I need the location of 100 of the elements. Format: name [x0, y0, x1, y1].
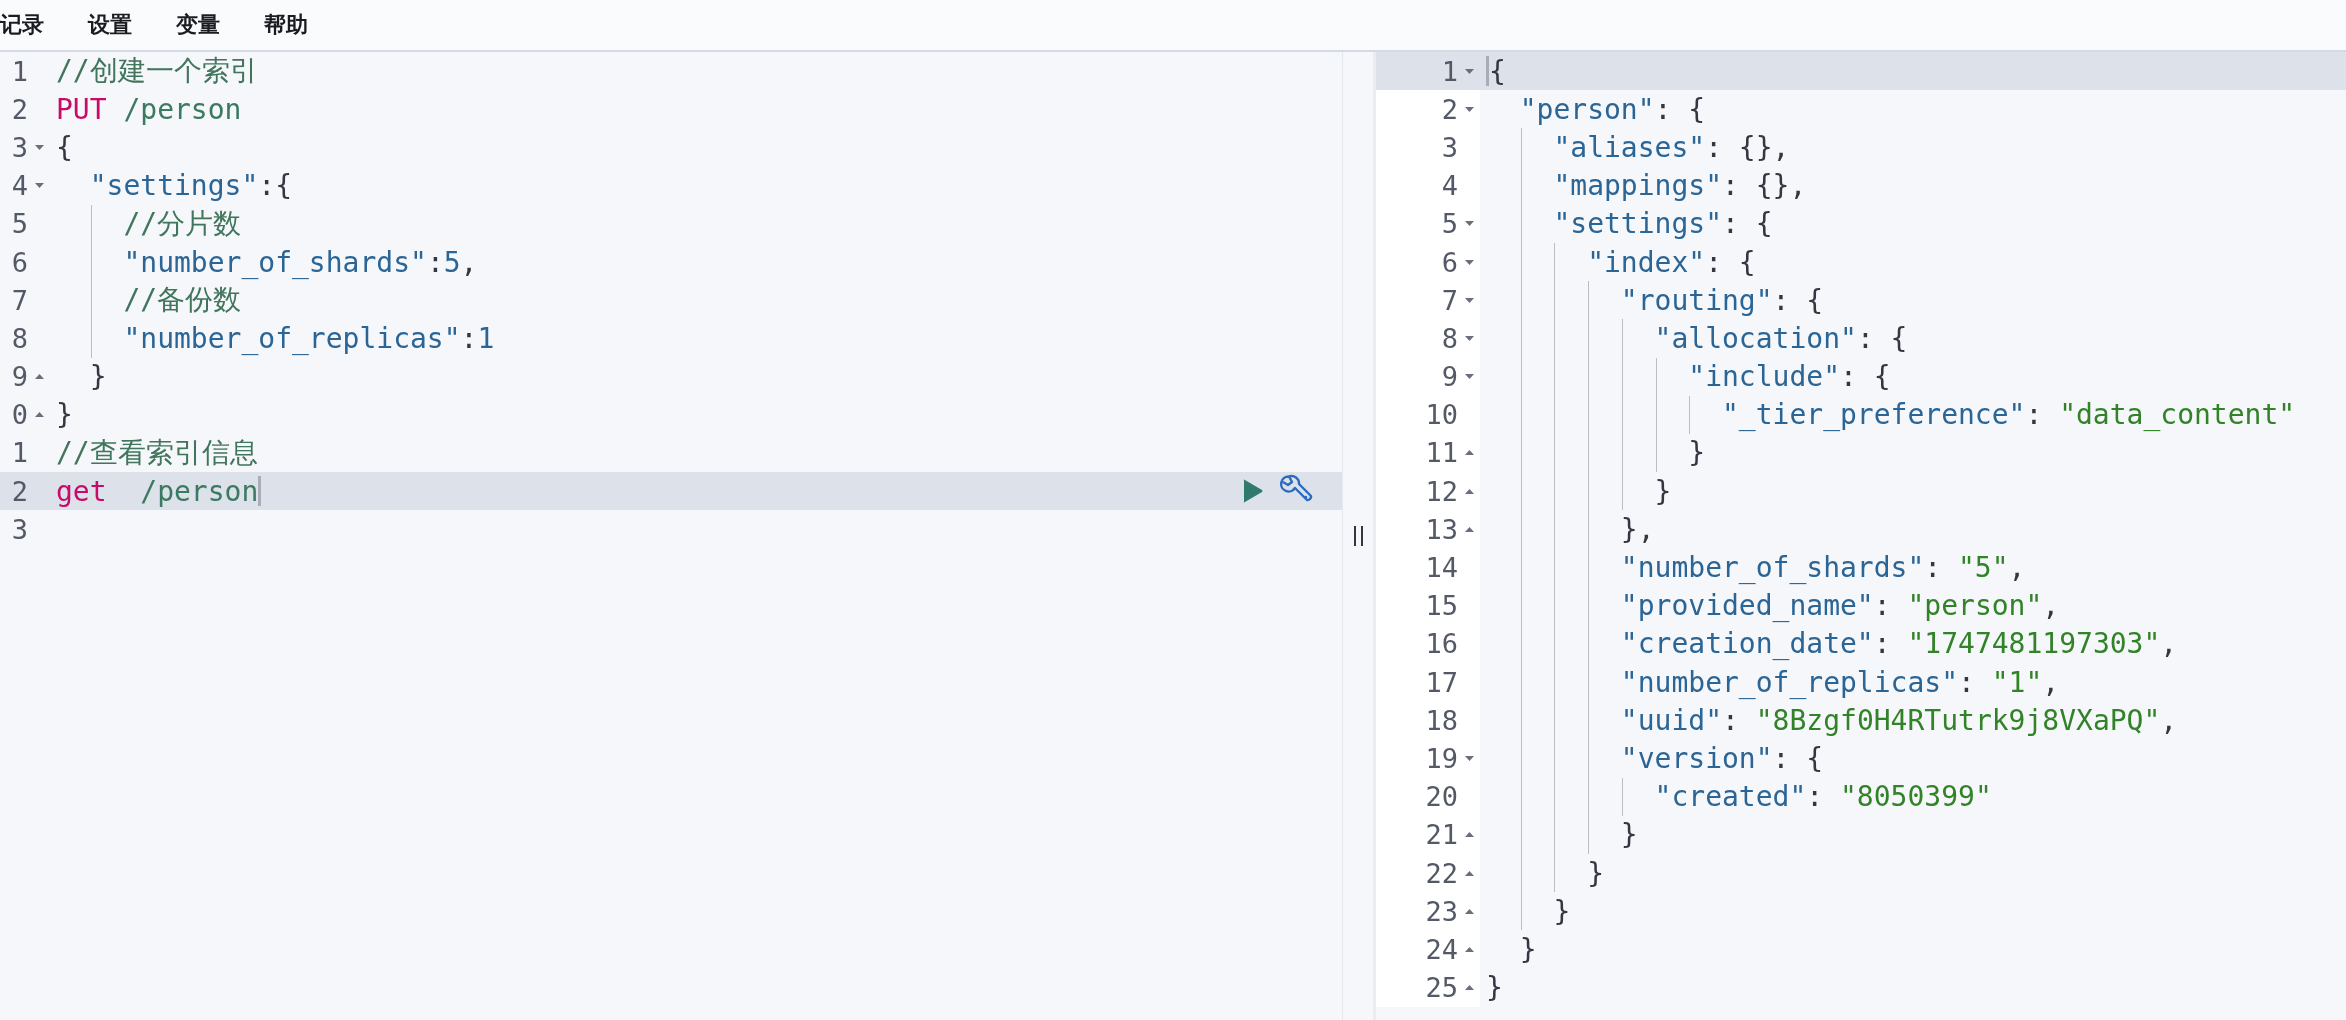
fold-arrow-icon[interactable] — [1463, 487, 1475, 495]
code-line: } — [1518, 932, 1537, 966]
menu-item[interactable]: 帮助 — [264, 10, 308, 40]
line-number: 24 — [1425, 933, 1458, 965]
fold-arrow-icon[interactable] — [1463, 258, 1475, 266]
code-line: //分片数 — [122, 205, 242, 242]
code-line: "_tier_preference": "data_content" — [1721, 398, 2296, 432]
code-line: "routing": { — [1619, 283, 1824, 317]
code-line: //查看索引信息 — [56, 434, 258, 471]
line-number: 6 — [11, 246, 28, 278]
line-number: 3 — [11, 513, 28, 545]
code-line: "aliases": {}, — [1552, 130, 1790, 164]
line-number: 5 — [1441, 208, 1458, 240]
fold-arrow-icon[interactable] — [1463, 334, 1475, 342]
code-line: //备份数 — [122, 282, 242, 319]
code-line: "provided_name": "person", — [1619, 589, 2060, 623]
menu-item[interactable]: 变量 — [176, 10, 220, 40]
line-number: 17 — [1425, 666, 1458, 698]
code-line: { — [56, 130, 73, 164]
line-number: 2 — [11, 93, 28, 125]
fold-arrow-icon[interactable] — [1463, 296, 1475, 304]
code-line: } — [56, 398, 73, 432]
line-number: 7 — [11, 284, 28, 316]
fold-arrow-icon[interactable] — [1463, 869, 1475, 877]
line-number: 19 — [1425, 742, 1458, 774]
fold-arrow-icon[interactable] — [1463, 831, 1475, 839]
code-line: } — [1552, 894, 1571, 928]
code-line: PUT /person — [56, 92, 242, 126]
line-number: 25 — [1425, 972, 1458, 1004]
line-number: 21 — [1425, 819, 1458, 851]
code-line: "uuid": "8Bzgf0H4RTutrk9j8VXaPQ", — [1619, 703, 2178, 737]
play-icon[interactable] — [1242, 478, 1264, 505]
text-cursor — [1486, 56, 1489, 87]
code-line: "include": { — [1687, 360, 1891, 394]
code-line: } — [1486, 971, 1503, 1005]
line-number: 1 — [11, 437, 28, 469]
line-number: 12 — [1425, 475, 1458, 507]
code-line: "allocation": { — [1653, 321, 1908, 355]
line-number: 13 — [1425, 513, 1458, 545]
code-line: //创建一个索引 — [56, 53, 258, 90]
code-line: } — [1687, 436, 1706, 470]
code-line: { — [1489, 54, 1506, 88]
line-number: 8 — [1441, 322, 1458, 354]
line-number: 5 — [11, 208, 28, 240]
line-number: 4 — [1441, 170, 1458, 202]
line-number: 22 — [1425, 857, 1458, 889]
line-number: 6 — [1441, 246, 1458, 278]
line-number: 2 — [1441, 93, 1458, 125]
line-number: 23 — [1425, 895, 1458, 927]
line-number: 9 — [11, 361, 28, 393]
code-line: "person": { — [1518, 92, 1706, 126]
code-line: "mappings": {}, — [1552, 169, 1807, 203]
line-number: 9 — [1441, 361, 1458, 393]
code-line: "created": "8050399" — [1653, 780, 1992, 814]
splitter-handle[interactable] — [1353, 526, 1363, 546]
code-line: "number_of_replicas":1 — [122, 321, 495, 355]
code-line: "creation_date": "1747481197303", — [1619, 627, 2178, 661]
menu-item[interactable]: 设置 — [88, 10, 132, 40]
fold-arrow-icon[interactable] — [1463, 754, 1475, 762]
menu-item[interactable]: 记录 — [0, 10, 44, 40]
fold-arrow-icon[interactable] — [1463, 984, 1475, 992]
line-number: 3 — [11, 131, 28, 163]
code-line: } — [1653, 474, 1672, 508]
code-line: "index": { — [1586, 245, 1756, 279]
fold-arrow-icon[interactable] — [1463, 373, 1475, 381]
line-number: 1 — [1441, 55, 1458, 87]
fold-arrow-icon[interactable] — [1463, 945, 1475, 953]
fold-arrow-icon[interactable] — [33, 373, 45, 381]
line-number: 1 — [11, 55, 28, 87]
fold-arrow-icon[interactable] — [33, 182, 45, 190]
code-line: } — [1586, 856, 1604, 890]
code-line: "number_of_replicas": "1", — [1619, 665, 2060, 699]
fold-arrow-icon[interactable] — [1463, 525, 1475, 533]
line-number: 3 — [1441, 131, 1458, 163]
code-line: "settings": { — [1552, 207, 1773, 241]
fold-arrow-icon[interactable] — [1463, 220, 1475, 228]
line-number: 10 — [1425, 399, 1458, 431]
line-number: 16 — [1425, 628, 1458, 660]
text-cursor — [258, 476, 262, 507]
line-number: 11 — [1425, 437, 1458, 469]
fold-arrow-icon[interactable] — [33, 411, 45, 419]
line-number: 15 — [1425, 590, 1458, 622]
code-line: "number_of_shards": "5", — [1619, 551, 2026, 585]
fold-arrow-icon[interactable] — [1463, 449, 1475, 457]
code-line: "number_of_shards":5, — [122, 245, 478, 279]
fold-arrow-icon[interactable] — [33, 143, 45, 151]
code-line: "settings":{ — [88, 169, 292, 203]
fold-arrow-icon[interactable] — [1463, 105, 1475, 113]
line-number: 2 — [11, 475, 28, 507]
line-number: 8 — [11, 322, 28, 354]
code-line: "version": { — [1619, 741, 1824, 775]
code-line: get /person — [56, 474, 259, 508]
line-number: 20 — [1425, 781, 1458, 813]
line-number: 4 — [11, 170, 28, 202]
line-number: 18 — [1425, 704, 1458, 736]
fold-arrow-icon[interactable] — [1463, 907, 1475, 915]
code-line: } — [88, 360, 107, 394]
code-line: }, — [1619, 512, 1655, 546]
line-number: 0 — [11, 399, 28, 431]
fold-arrow-icon[interactable] — [1463, 67, 1475, 75]
